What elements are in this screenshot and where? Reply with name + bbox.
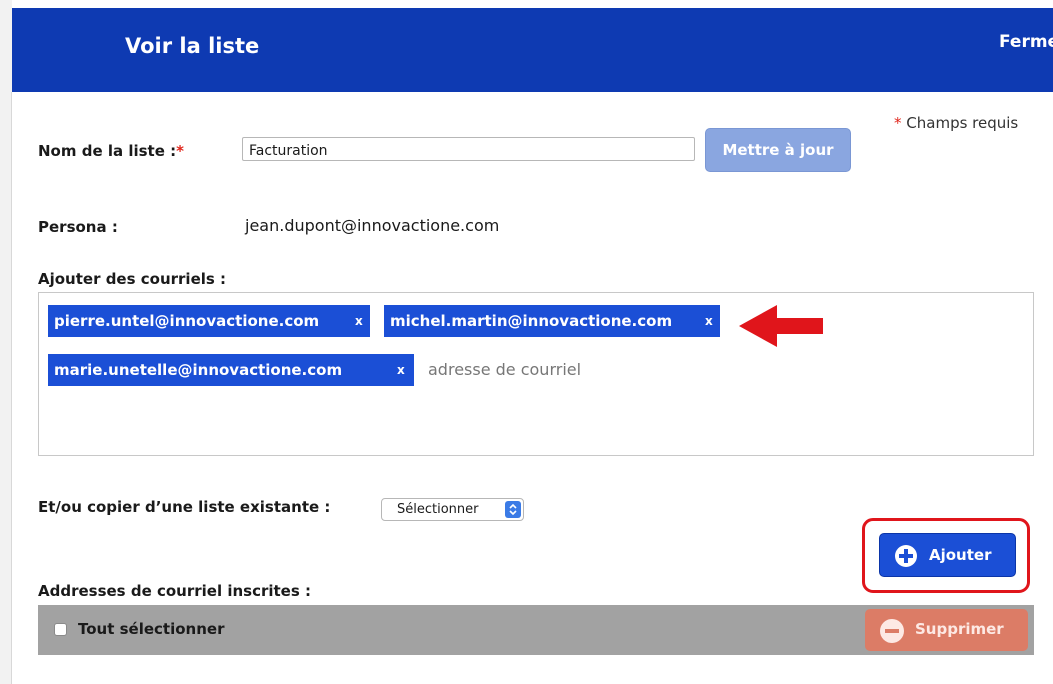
- add-button[interactable]: Ajouter: [879, 533, 1016, 577]
- registered-emails-toolbar: Tout sélectionner Supprimer: [38, 605, 1034, 655]
- list-name-label: Nom de la liste :*: [38, 142, 184, 160]
- close-link[interactable]: Fermer: [999, 32, 1053, 52]
- copy-list-label: Et/ou copier d’une liste existante :: [38, 498, 331, 516]
- required-note-text: Champs requis: [906, 114, 1019, 132]
- persona-value: jean.dupont@innovactione.com: [245, 216, 500, 235]
- annotation-arrow-icon: [739, 305, 823, 347]
- add-emails-label: Ajouter des courriels :: [38, 270, 227, 288]
- required-note: * Champs requis: [894, 114, 1018, 132]
- email-tag-text: marie.unetelle@innovactione.com: [54, 361, 343, 379]
- required-star: *: [176, 142, 184, 160]
- required-star: *: [894, 114, 902, 132]
- persona-label: Persona :: [38, 218, 118, 236]
- update-button[interactable]: Mettre à jour: [705, 128, 851, 172]
- dialog-title: Voir la liste: [125, 34, 260, 58]
- select-all-label[interactable]: Tout sélectionner: [78, 620, 224, 638]
- email-tag: pierre.untel@innovactione.com x: [48, 305, 370, 337]
- existing-list-select[interactable]: Sélectionner: [381, 498, 524, 521]
- list-name-input[interactable]: Facturation: [242, 137, 695, 161]
- email-tag: michel.martin@innovactione.com x: [384, 305, 720, 337]
- add-button-label: Ajouter: [929, 546, 992, 564]
- select-arrows-icon: [505, 501, 521, 518]
- delete-button-label: Supprimer: [915, 620, 1004, 638]
- left-edge-divider: [11, 92, 12, 684]
- remove-tag-icon[interactable]: x: [705, 305, 713, 337]
- minus-circle-icon: [879, 618, 905, 648]
- email-input-placeholder[interactable]: adresse de courriel: [428, 360, 581, 379]
- plus-circle-icon: [894, 544, 918, 572]
- registered-emails-label: Addresses de courriel inscrites :: [38, 582, 311, 600]
- select-value: Sélectionner: [397, 502, 479, 517]
- email-tag-text: michel.martin@innovactione.com: [390, 312, 673, 330]
- delete-button[interactable]: Supprimer: [865, 609, 1028, 651]
- remove-tag-icon[interactable]: x: [355, 305, 363, 337]
- dialog-header: Voir la liste Fermer: [12, 8, 1053, 92]
- select-all-checkbox[interactable]: [54, 623, 67, 636]
- email-tag: marie.unetelle@innovactione.com x: [48, 354, 414, 386]
- email-tag-text: pierre.untel@innovactione.com: [54, 312, 320, 330]
- remove-tag-icon[interactable]: x: [397, 354, 405, 386]
- list-name-label-text: Nom de la liste :: [38, 142, 177, 160]
